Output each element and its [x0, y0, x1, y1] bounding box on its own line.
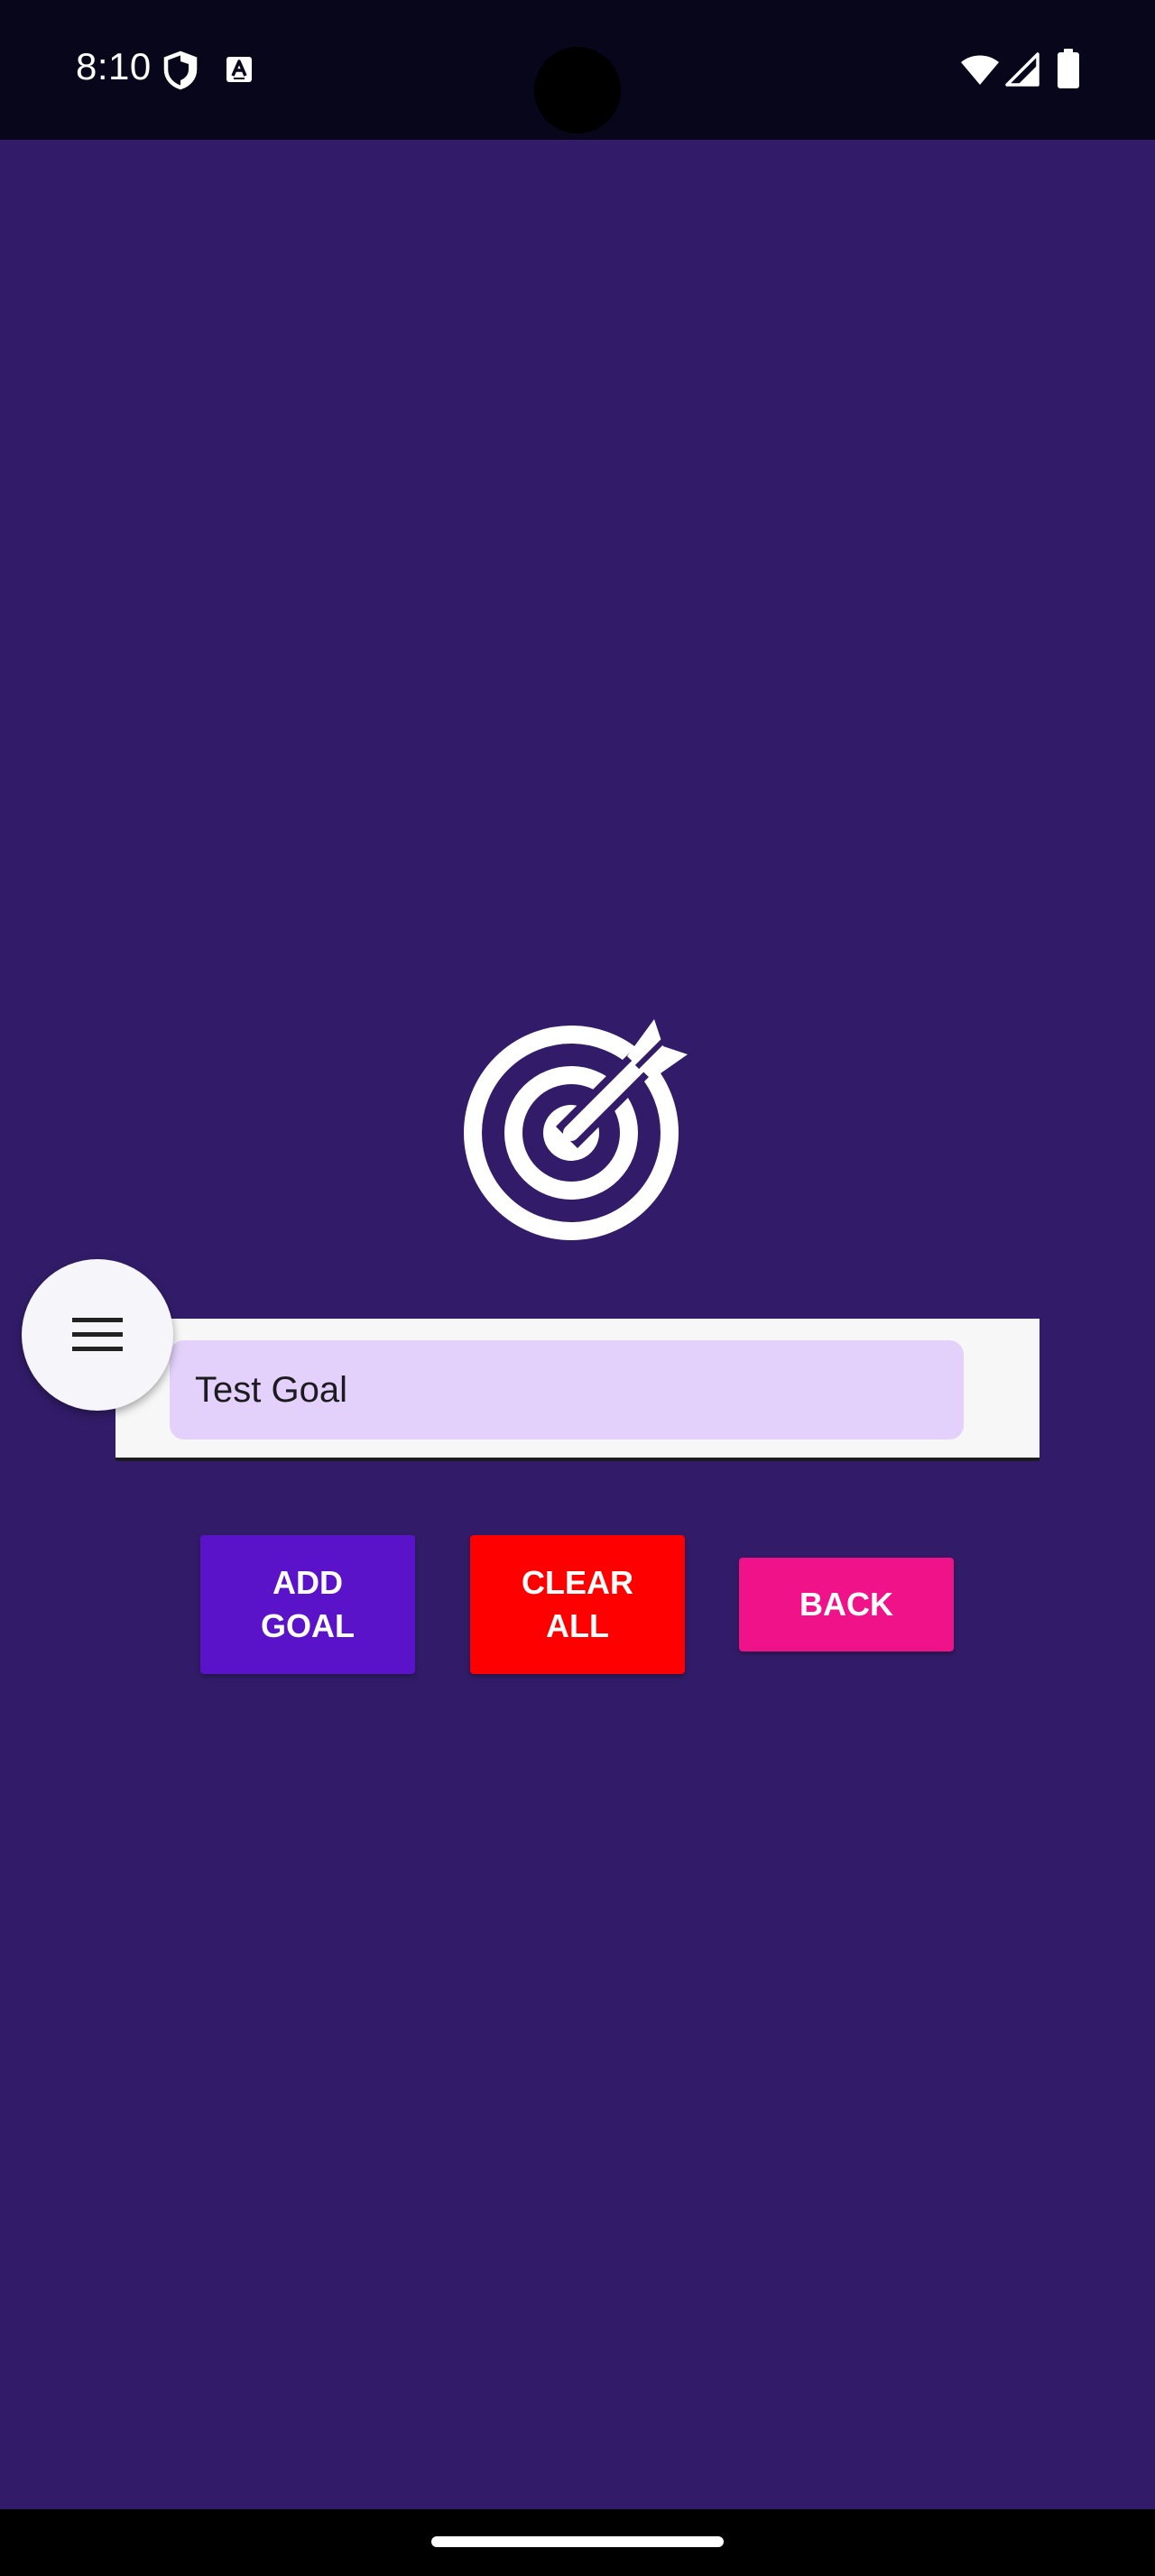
- battery-icon: [1058, 49, 1079, 88]
- signal-icon: [1005, 52, 1040, 87]
- status-bar: 8:10: [0, 0, 1155, 140]
- camera-cutout: [534, 47, 621, 133]
- clear-all-button[interactable]: CLEAR ALL: [470, 1535, 685, 1674]
- hamburger-menu-icon: [72, 1318, 123, 1351]
- menu-button[interactable]: [22, 1259, 173, 1411]
- status-time: 8:10: [76, 45, 152, 87]
- wifi-icon: [961, 55, 999, 85]
- home-gesture-handle[interactable]: [431, 2536, 724, 2547]
- text-a-icon: [226, 57, 252, 82]
- add-goal-button[interactable]: ADD GOAL: [200, 1535, 415, 1674]
- goal-input-container: [116, 1319, 1040, 1461]
- back-button[interactable]: BACK: [739, 1558, 954, 1651]
- goal-input[interactable]: [170, 1340, 964, 1440]
- shield-icon: [163, 51, 198, 90]
- target-arrow-icon: [464, 1019, 688, 1240]
